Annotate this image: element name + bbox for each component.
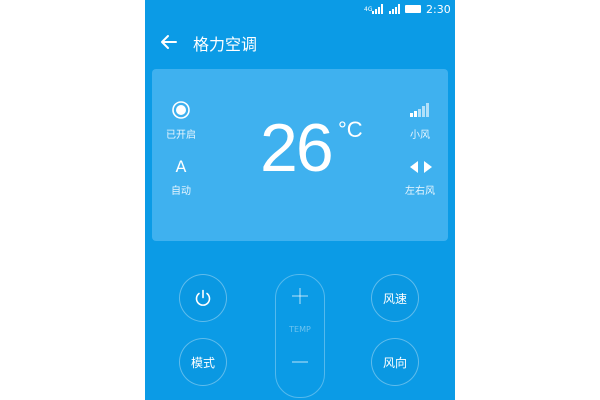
signal-icon [372,4,383,14]
temperature-unit: °C [338,117,363,142]
status-card: 已开启 A 自动 26 °C 小风 左右风 [152,69,448,241]
app-screen: 4G 2:30 格力空调 已开启 A 自动 26 °C 小风 左右风 模式 TE… [145,0,455,400]
power-status-icon [172,101,190,119]
direction-button[interactable]: 风向 [371,338,419,386]
temperature-control: TEMP [275,274,325,398]
swing-label: 左右风 [405,186,435,197]
auto-mode-icon: A [175,156,187,176]
status-bar: 4G 2:30 [145,0,455,20]
fan-speed-icon [410,103,429,117]
back-arrow-icon[interactable] [160,33,178,51]
temperature-value: 26 [260,110,334,186]
mode-button[interactable]: 模式 [179,338,227,386]
temp-minus-button[interactable] [276,351,324,373]
clock: 2:30 [426,3,451,16]
temp-plus-button[interactable] [276,285,324,307]
power-icon [195,289,211,306]
mode-label: 自动 [171,186,191,197]
swing-left-right-icon [410,161,432,173]
battery-icon [405,5,421,13]
power-button[interactable] [179,274,227,322]
page-title: 格力空调 [193,35,258,54]
power-status-label: 已开启 [166,130,196,141]
fan-speed-label: 小风 [410,130,430,141]
fan-speed-button[interactable]: 风速 [371,274,419,322]
temp-label: TEMP [289,325,311,334]
signal-icon-secondary [389,4,400,14]
